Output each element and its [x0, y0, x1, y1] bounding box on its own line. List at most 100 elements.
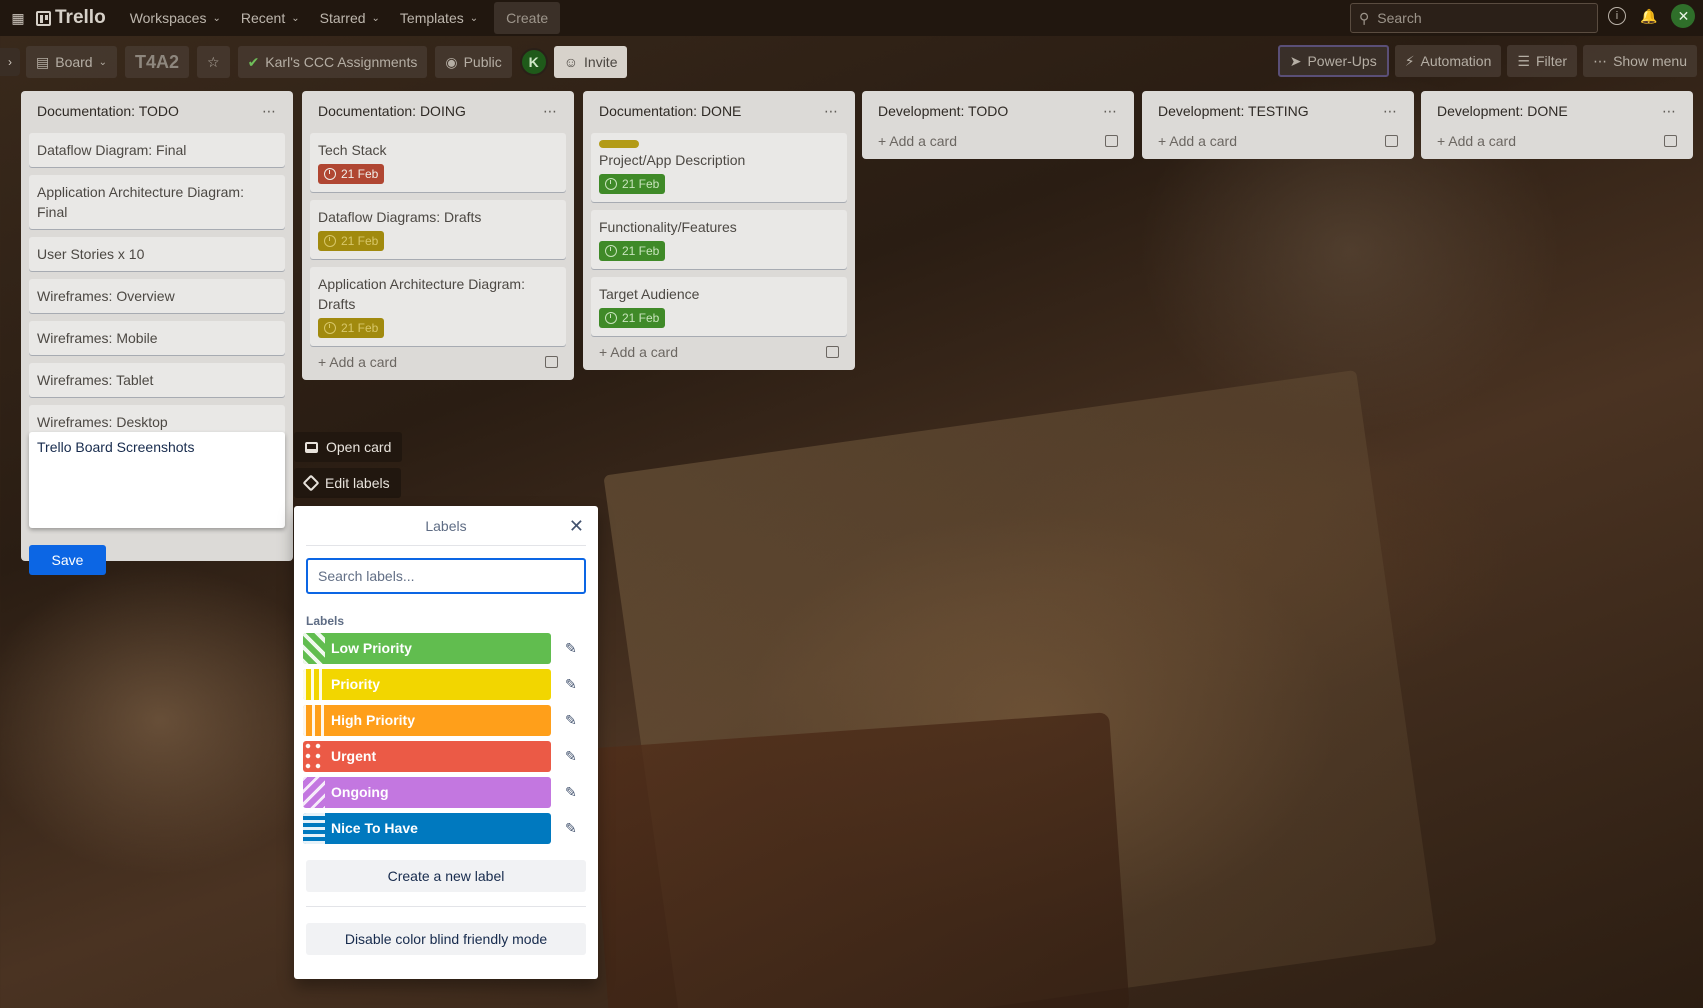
label-nice-to-have[interactable]: Nice To Have — [303, 812, 551, 844]
filter-button[interactable]: ☰ Filter — [1507, 45, 1578, 77]
due-date-badge[interactable]: 21 Feb — [599, 241, 666, 261]
colorblind-pattern — [303, 632, 325, 664]
list-menu-icon[interactable]: ⋯ — [1662, 103, 1677, 120]
list-menu-icon[interactable]: ⋯ — [543, 103, 558, 120]
colorblind-pattern — [303, 776, 325, 808]
pencil-icon[interactable]: ✎ — [565, 820, 577, 837]
list-menu-icon[interactable]: ⋯ — [1383, 103, 1398, 120]
add-card-button[interactable]: + Add a card — [310, 346, 566, 372]
star-button[interactable]: ☆ — [197, 46, 230, 78]
add-card-button[interactable]: + Add a card — [591, 336, 847, 362]
board-view-switcher[interactable]: ▤ Board ⌄ — [26, 46, 117, 78]
trello-logo[interactable]: Trello — [36, 7, 106, 29]
bell-icon[interactable]: 🔔 — [1640, 8, 1657, 25]
list-title[interactable]: Development: TODO — [878, 103, 1008, 119]
list-menu-icon[interactable]: ⋯ — [824, 103, 839, 120]
add-card-button[interactable]: + Add a card — [1429, 125, 1685, 151]
list-title[interactable]: Development: TESTING — [1158, 103, 1309, 119]
app-switcher-icon[interactable]: ▦ — [6, 6, 30, 30]
list-development-todo: Development: TODO ⋯ + Add a card — [862, 91, 1134, 159]
label-urgent[interactable]: Urgent — [303, 740, 551, 772]
invite-button[interactable]: ☺ Invite — [553, 46, 628, 78]
pencil-icon[interactable]: ✎ — [565, 712, 577, 729]
pencil-icon[interactable]: ✎ — [565, 640, 577, 657]
visibility-button[interactable]: ◉ Public — [435, 46, 512, 78]
label-ongoing[interactable]: Ongoing — [303, 776, 551, 808]
create-button[interactable]: Create — [494, 2, 561, 34]
search-labels-input[interactable] — [306, 558, 586, 594]
board-title[interactable]: T4A2 — [124, 46, 189, 78]
card[interactable]: User Stories x 10 — [29, 237, 285, 271]
card[interactable]: Project/App Description 21 Feb — [591, 133, 847, 202]
card[interactable]: Dataflow Diagram: Final — [29, 133, 285, 167]
sidebar-expand-icon[interactable]: › — [0, 48, 20, 76]
label-priority[interactable]: Priority — [303, 668, 551, 700]
account-avatar[interactable]: ✕ — [1671, 4, 1696, 28]
pencil-icon[interactable]: ✎ — [565, 784, 577, 801]
add-card-button[interactable]: + Add a card — [870, 125, 1126, 151]
due-date-badge[interactable]: 21 Feb — [599, 308, 666, 328]
templates-menu[interactable]: Templates ⌄ — [390, 2, 488, 34]
pencil-icon[interactable]: ✎ — [565, 676, 577, 693]
top-navigation: ▦ Trello Workspaces ⌄ Recent ⌄ Starred ⌄ Te… — [0, 0, 1703, 36]
open-card-button[interactable]: Open card — [294, 432, 403, 462]
starred-label: Starred — [319, 10, 366, 26]
save-button[interactable]: Save — [29, 545, 106, 575]
due-date-badge[interactable]: 21 Feb — [318, 164, 385, 184]
info-icon[interactable]: i — [1608, 7, 1626, 25]
template-icon[interactable] — [1105, 135, 1118, 147]
rocket-icon: ➤ — [1289, 52, 1302, 69]
card[interactable]: Wireframes: Mobile — [29, 321, 285, 355]
card[interactable]: Functionality/Features 21 Feb — [591, 210, 847, 269]
add-card-button[interactable]: + Add a card — [1150, 125, 1406, 151]
label-name: Nice To Have — [331, 820, 418, 836]
automation-button[interactable]: ⚡ Automation — [1394, 45, 1502, 77]
due-date-badge[interactable]: 21 Feb — [318, 318, 385, 338]
card-title: Project/App Description — [599, 152, 746, 168]
clock-icon — [605, 245, 617, 257]
list-title[interactable]: Documentation: DOING — [318, 103, 466, 119]
card[interactable]: Target Audience 21 Feb — [591, 277, 847, 336]
close-icon[interactable]: ✕ — [569, 516, 584, 537]
board-icon: ▤ — [36, 53, 50, 70]
card-label[interactable] — [599, 140, 639, 148]
card[interactable]: Dataflow Diagrams: Drafts 21 Feb — [310, 200, 566, 259]
card[interactable]: Tech Stack 21 Feb — [310, 133, 566, 192]
show-menu-button[interactable]: ⋯ Show menu — [1583, 45, 1697, 77]
labels-section-title: Labels — [306, 614, 345, 628]
recent-menu[interactable]: Recent ⌄ — [231, 2, 310, 34]
workspaces-menu[interactable]: Workspaces ⌄ — [120, 2, 231, 34]
list-menu-icon[interactable]: ⋯ — [262, 103, 277, 120]
template-icon[interactable] — [826, 346, 839, 358]
colorblind-mode-button[interactable]: Disable color blind friendly mode — [306, 923, 586, 955]
workspace-button[interactable]: ✔ Karl's CCC Assignments — [237, 46, 428, 78]
card-title: Dataflow Diagram: Final — [37, 142, 187, 158]
card-title-editor-text: Trello Board Screenshots — [37, 439, 195, 455]
template-icon[interactable] — [1385, 135, 1398, 147]
label-high-priority[interactable]: High Priority — [303, 704, 551, 736]
due-date-badge[interactable]: 21 Feb — [318, 231, 385, 251]
template-icon[interactable] — [1664, 135, 1677, 147]
edit-labels-button[interactable]: Edit labels — [294, 468, 401, 498]
card[interactable]: Application Architecture Diagram: Drafts… — [310, 267, 566, 346]
card-title-editor[interactable]: Trello Board Screenshots — [29, 432, 285, 528]
edit-labels-label: Edit labels — [325, 475, 390, 491]
card[interactable]: Wireframes: Tablet — [29, 363, 285, 397]
member-avatar[interactable]: K — [519, 48, 548, 76]
power-ups-button[interactable]: ➤ Power-Ups — [1277, 45, 1389, 77]
list-title[interactable]: Documentation: DONE — [599, 103, 741, 119]
list-menu-icon[interactable]: ⋯ — [1103, 103, 1118, 120]
list-title[interactable]: Documentation: TODO — [37, 103, 179, 119]
card[interactable]: Wireframes: Overview — [29, 279, 285, 313]
pencil-icon[interactable]: ✎ — [565, 748, 577, 765]
label-low-priority[interactable]: Low Priority — [303, 632, 551, 664]
list-title[interactable]: Development: DONE — [1437, 103, 1568, 119]
starred-menu[interactable]: Starred ⌄ — [310, 2, 390, 34]
search-input[interactable]: ⚲ Search — [1350, 3, 1598, 33]
card[interactable]: Application Architecture Diagram: Final — [29, 175, 285, 229]
due-date-badge[interactable]: 21 Feb — [599, 174, 666, 194]
create-label-button[interactable]: Create a new label — [306, 860, 586, 892]
template-icon[interactable] — [545, 356, 558, 368]
add-card-label: Add a card — [1169, 133, 1238, 149]
label-icon — [302, 474, 320, 492]
